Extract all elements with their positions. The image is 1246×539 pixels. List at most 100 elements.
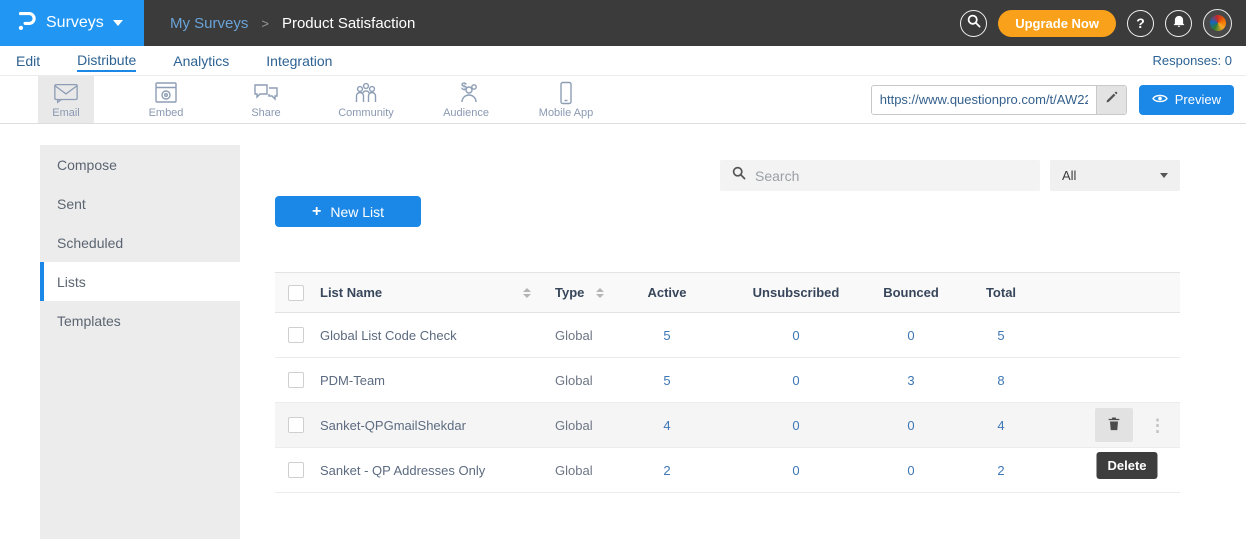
column-label: Type: [555, 285, 584, 300]
select-all-checkbox[interactable]: [288, 285, 304, 301]
audience-icon: $: [453, 79, 479, 105]
help-button[interactable]: ?: [1127, 10, 1154, 37]
active-count-link[interactable]: 5: [612, 328, 722, 343]
search-button[interactable]: [960, 10, 987, 37]
row-checkbox[interactable]: [288, 462, 304, 478]
column-header-list-name[interactable]: List Name: [320, 285, 545, 300]
toolbar-item-mobile-app[interactable]: Mobile App: [538, 76, 594, 123]
column-header-unsubscribed: Unsubscribed: [722, 285, 870, 300]
row-checkbox[interactable]: [288, 327, 304, 343]
upgrade-now-button[interactable]: Upgrade Now: [998, 10, 1116, 37]
sidebar-item-compose[interactable]: Compose: [40, 145, 240, 184]
responses-count: Responses: 0: [1153, 53, 1233, 68]
edit-url-button[interactable]: [1096, 86, 1126, 114]
tab-analytics[interactable]: Analytics: [173, 51, 229, 71]
list-filter-dropdown[interactable]: All: [1050, 160, 1180, 191]
total-count-link[interactable]: 4: [952, 418, 1050, 433]
breadcrumb: My Surveys > Product Satisfaction: [170, 15, 415, 32]
bounced-count[interactable]: 3: [870, 373, 952, 388]
list-type: Global: [545, 373, 612, 388]
email-icon: [53, 79, 79, 105]
list-name-link[interactable]: Sanket-QPGmailShekdar: [320, 418, 545, 433]
notifications-button[interactable]: [1165, 10, 1192, 37]
toolbar-item-label: Community: [338, 107, 394, 119]
column-header-type[interactable]: Type: [545, 285, 612, 300]
tab-integration[interactable]: Integration: [266, 51, 332, 71]
unsubscribed-count[interactable]: 0: [722, 373, 870, 388]
active-count-link[interactable]: 2: [612, 463, 722, 478]
preview-button[interactable]: Preview: [1139, 85, 1234, 115]
community-icon: [353, 79, 379, 105]
bounced-count[interactable]: 0: [870, 463, 952, 478]
toolbar-item-label: Share: [251, 107, 280, 119]
mobile-app-icon: [558, 79, 574, 105]
toolbar-item-label: Embed: [149, 107, 184, 119]
delete-list-button[interactable]: Delete: [1095, 408, 1133, 442]
top-bar: Surveys My Surveys > Product Satisfactio…: [0, 0, 1246, 46]
breadcrumb-my-surveys[interactable]: My Surveys: [170, 15, 248, 32]
bounced-count[interactable]: 0: [870, 418, 952, 433]
survey-url-input[interactable]: [872, 86, 1096, 114]
breadcrumb-bar: My Surveys > Product Satisfaction Upgrad…: [144, 0, 1246, 46]
table-row: Sanket-QPGmailShekdar Global 4 0 0 4 Del…: [275, 403, 1180, 448]
list-search-box: [720, 160, 1040, 191]
total-count-link[interactable]: 5: [952, 328, 1050, 343]
email-sidebar: Compose Sent Scheduled Lists Templates: [40, 145, 240, 539]
active-count-link[interactable]: 4: [612, 418, 722, 433]
sort-icon[interactable]: [523, 288, 531, 298]
bounced-count[interactable]: 0: [870, 328, 952, 343]
toolbar-item-embed[interactable]: Embed: [138, 76, 194, 123]
table-row: PDM-Team Global 5 0 3 8: [275, 358, 1180, 403]
survey-link-group: Preview: [871, 76, 1234, 123]
column-label: List Name: [320, 285, 382, 300]
toolbar-item-label: Mobile App: [539, 107, 593, 119]
list-type: Global: [545, 463, 612, 478]
tab-distribute[interactable]: Distribute: [77, 50, 136, 72]
table-row: Global List Code Check Global 5 0 0 5: [275, 313, 1180, 358]
pencil-icon: [1105, 91, 1118, 109]
total-count-link[interactable]: 8: [952, 373, 1050, 388]
sort-icon[interactable]: [596, 288, 604, 298]
list-type: Global: [545, 328, 612, 343]
search-icon: [967, 14, 981, 33]
user-avatar[interactable]: [1203, 9, 1232, 38]
breadcrumb-separator: >: [261, 16, 269, 31]
toolbar-item-audience[interactable]: $ Audience: [438, 76, 494, 123]
toolbar-item-email[interactable]: Email: [38, 76, 94, 123]
trash-icon: [1106, 415, 1122, 435]
unsubscribed-count[interactable]: 0: [722, 418, 870, 433]
surveys-menu[interactable]: Surveys: [0, 0, 144, 46]
sidebar-item-lists[interactable]: Lists: [40, 262, 240, 301]
bell-icon: [1172, 13, 1186, 33]
kebab-menu-icon[interactable]: ⋮: [1149, 417, 1166, 434]
row-actions: Delete ⋮: [1050, 408, 1180, 442]
plus-icon: +: [312, 203, 321, 221]
table-header-row: List Name Type Active Unsubscribed Bounc…: [275, 272, 1180, 313]
sidebar-item-sent[interactable]: Sent: [40, 184, 240, 223]
total-count-link[interactable]: 2: [952, 463, 1050, 478]
delete-tooltip: Delete: [1096, 452, 1157, 479]
toolbar-item-community[interactable]: Community: [338, 76, 394, 123]
unsubscribed-count[interactable]: 0: [722, 328, 870, 343]
toolbar-item-share[interactable]: Share: [238, 76, 294, 123]
column-header-bounced: Bounced: [870, 285, 952, 300]
list-name-link[interactable]: Sanket - QP Addresses Only: [320, 463, 545, 478]
new-list-button[interactable]: + New List: [275, 196, 421, 227]
row-checkbox[interactable]: [288, 417, 304, 433]
tab-edit[interactable]: Edit: [16, 51, 40, 71]
sidebar-item-templates[interactable]: Templates: [40, 301, 240, 340]
lists-table: List Name Type Active Unsubscribed Bounc…: [275, 272, 1180, 493]
active-count-link[interactable]: 5: [612, 373, 722, 388]
toolbar-item-label: Email: [52, 107, 80, 119]
preview-label: Preview: [1175, 92, 1221, 107]
questionpro-logo-icon: [14, 9, 38, 38]
list-type: Global: [545, 418, 612, 433]
row-checkbox[interactable]: [288, 372, 304, 388]
list-name-link[interactable]: Global List Code Check: [320, 328, 545, 343]
list-name-link[interactable]: PDM-Team: [320, 373, 545, 388]
product-name: Surveys: [46, 14, 104, 32]
sidebar-item-scheduled[interactable]: Scheduled: [40, 223, 240, 262]
search-input[interactable]: [755, 168, 1040, 184]
table-row: Sanket - QP Addresses Only Global 2 0 0 …: [275, 448, 1180, 493]
unsubscribed-count[interactable]: 0: [722, 463, 870, 478]
